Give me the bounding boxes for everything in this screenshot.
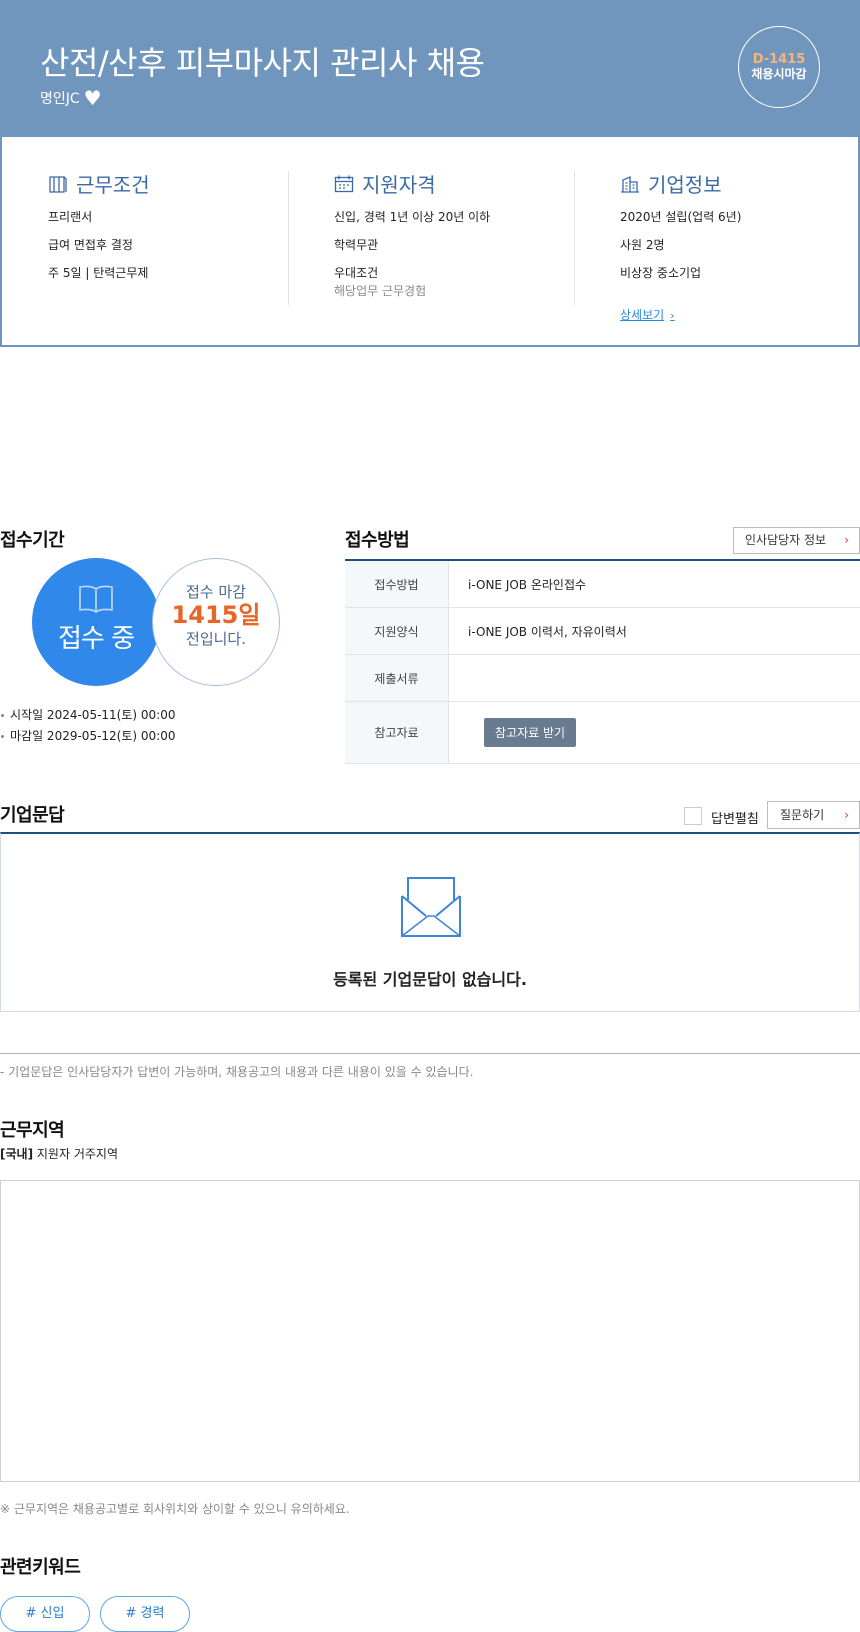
hr-info-label: 인사담당자 정보 (745, 533, 827, 547)
company-info-line: 사원 2명 (620, 238, 665, 252)
deadline-circle: 접수 마감 1415일 전입니다. (152, 558, 280, 686)
qualification-sub: 해당업무 근무경험 (334, 284, 427, 298)
period-dates: 시작일 2024-05-11(토) 00:00 마감일 2029-05-12(토… (0, 706, 175, 748)
expand-answers-checkbox[interactable] (684, 807, 702, 825)
hr-info-button[interactable]: 인사담당자 정보 › (733, 527, 860, 554)
row-key: 접수방법 (345, 561, 449, 607)
deadline-days: 1415일 (171, 601, 261, 629)
dday-label: 채용시마감 (751, 67, 807, 81)
work-conditions-title: 근무조건 (76, 173, 150, 197)
period-title: 접수기간 (0, 530, 65, 551)
divider (0, 1053, 860, 1054)
ask-question-button[interactable]: 질문하기 › (767, 801, 860, 829)
company-name[interactable]: 명인JC (40, 88, 80, 108)
keyword-tag[interactable]: # 신입 (0, 1596, 90, 1632)
company-info: 기업정보 2020년 설립(업력 6년) 사원 2명 비상장 중소기업 상세보기… (620, 169, 860, 323)
job-title: 산전/산후 피부마사지 관리사 채용 (40, 44, 485, 82)
reference-download-button[interactable]: 참고자료 받기 (484, 718, 577, 747)
table-row: 지원양식 i-ONE JOB 이력서, 자유이력서 (345, 608, 860, 655)
ask-question-label: 질문하기 (780, 808, 825, 822)
row-value (449, 655, 860, 701)
region-line: [국내] 지원자 거주지역 (0, 1145, 118, 1162)
company-info-title: 기업정보 (648, 173, 722, 197)
company-info-line: 비상장 중소기업 (620, 266, 702, 280)
book-icon (79, 585, 113, 613)
map-area[interactable] (0, 1180, 860, 1482)
dday-badge: D-1415 채용시마감 (738, 26, 820, 108)
building-icon (621, 175, 639, 193)
deadline-bottom: 전입니다. (186, 630, 246, 649)
envelope-icon (401, 877, 461, 937)
qualifications: 지원자격 신입, 경력 1년 이상 20년 이하 학력무관 우대조건 해당업무 … (334, 169, 574, 310)
row-value: i-ONE JOB 이력서, 자유이력서 (468, 624, 627, 639)
chevron-right-icon: › (844, 533, 849, 547)
qa-empty-message: 등록된 기업문답이 없습니다. (333, 970, 527, 989)
method-table: 접수방법 i-ONE JOB 온라인접수 지원양식 i-ONE JOB 이력서,… (345, 559, 860, 764)
row-value: i-ONE JOB 온라인접수 (468, 577, 587, 592)
keyword-tag[interactable]: # 경력 (100, 1596, 190, 1632)
condition-line: 주 5일 | 탄력근무제 (48, 266, 149, 280)
status-circle: 접수 중 (32, 558, 160, 686)
company-detail-link[interactable]: 상세보기 › (620, 306, 675, 323)
dday-count: D-1415 (752, 52, 806, 67)
company-info-heading: 기업정보 (620, 169, 860, 198)
method-title: 접수방법 (345, 530, 410, 551)
qualification-line: 신입, 경력 1년 이상 20년 이하 (334, 210, 491, 224)
qa-title: 기업문답 (0, 805, 65, 826)
status-label: 접수 중 (57, 624, 135, 654)
table-row: 제출서류 (345, 655, 860, 702)
row-key: 지원양식 (345, 608, 449, 654)
row-key: 참고자료 (345, 702, 449, 763)
qa-note: - 기업문답은 인사담당자가 답변이 가능하며, 채용공고의 내용과 다른 내용… (0, 1065, 474, 1079)
chevron-right-icon: › (844, 808, 849, 822)
job-summary: 근무조건 프리랜서 급여 면접후 결정 주 5일 | 탄력근무제 지원자격 신입… (0, 137, 860, 347)
qualification-line: 학력무관 (334, 238, 379, 252)
chevron-right-icon: › (670, 309, 675, 322)
company-name-row: 명인JC ♥ (40, 88, 102, 108)
row-value: 참고자료 받기 (449, 702, 860, 763)
qa-box: 등록된 기업문답이 없습니다. (0, 832, 860, 1012)
heart-icon[interactable]: ♥ (84, 88, 102, 108)
deadline-top: 접수 마감 (186, 583, 246, 601)
condition-line: 급여 면접후 결정 (48, 238, 133, 252)
region-tag: [국내] (0, 1147, 34, 1161)
calendar-icon (334, 175, 354, 192)
divider (288, 171, 289, 305)
work-conditions: 근무조건 프리랜서 급여 면접후 결정 주 5일 | 탄력근무제 (48, 169, 288, 292)
keywords-title: 관련키워드 (0, 1557, 81, 1578)
region-value: 지원자 거주지역 (36, 1147, 118, 1161)
company-info-line: 2020년 설립(업력 6년) (620, 210, 742, 224)
expand-answers-label[interactable]: 답변펼침 (711, 808, 759, 827)
start-date: 시작일 2024-05-11(토) 00:00 (0, 706, 175, 723)
job-header: 산전/산후 피부마사지 관리사 채용 명인JC ♥ D-1415 채용시마감 (0, 0, 860, 137)
company-detail-label: 상세보기 (620, 308, 665, 322)
table-row: 참고자료 참고자료 받기 (345, 702, 860, 764)
table-row: 접수방법 i-ONE JOB 온라인접수 (345, 561, 860, 608)
row-key: 제출서류 (345, 655, 449, 701)
qualifications-heading: 지원자격 (334, 169, 574, 198)
qualifications-title: 지원자격 (362, 173, 436, 197)
region-title: 근무지역 (0, 1120, 65, 1141)
condition-line: 프리랜서 (48, 210, 93, 224)
document-icon (49, 175, 67, 193)
divider (574, 171, 575, 305)
qualification-line: 우대조건 (334, 266, 379, 280)
region-note: ※ 근무지역은 채용공고별로 회사위치와 상이할 수 있으니 유의하세요. (0, 1502, 350, 1516)
work-conditions-heading: 근무조건 (48, 169, 288, 198)
end-date: 마감일 2029-05-12(토) 00:00 (0, 727, 175, 744)
